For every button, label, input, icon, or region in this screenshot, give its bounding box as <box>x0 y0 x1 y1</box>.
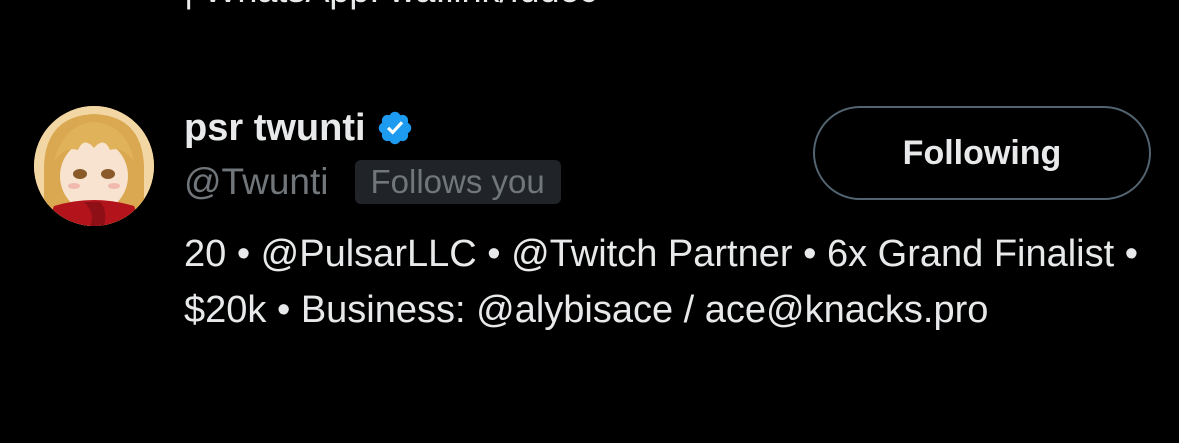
display-name-row: psr twunti <box>184 106 414 150</box>
handle-row: @Twunti Follows you <box>184 158 561 206</box>
display-name[interactable]: psr twunti <box>184 106 366 150</box>
user-cell[interactable]: psr twunti @Twunti Follows you Following… <box>0 0 1179 443</box>
following-button[interactable]: Following <box>813 106 1151 200</box>
avatar[interactable] <box>34 106 154 226</box>
verified-check-icon[interactable] <box>376 109 414 147</box>
user-bio: 20 • @PulsarLLC • @Twitch Partner • 6x G… <box>184 233 1139 331</box>
user-handle[interactable]: @Twunti <box>184 160 329 204</box>
follows-you-badge: Follows you <box>354 160 561 204</box>
avatar-image <box>34 106 154 226</box>
